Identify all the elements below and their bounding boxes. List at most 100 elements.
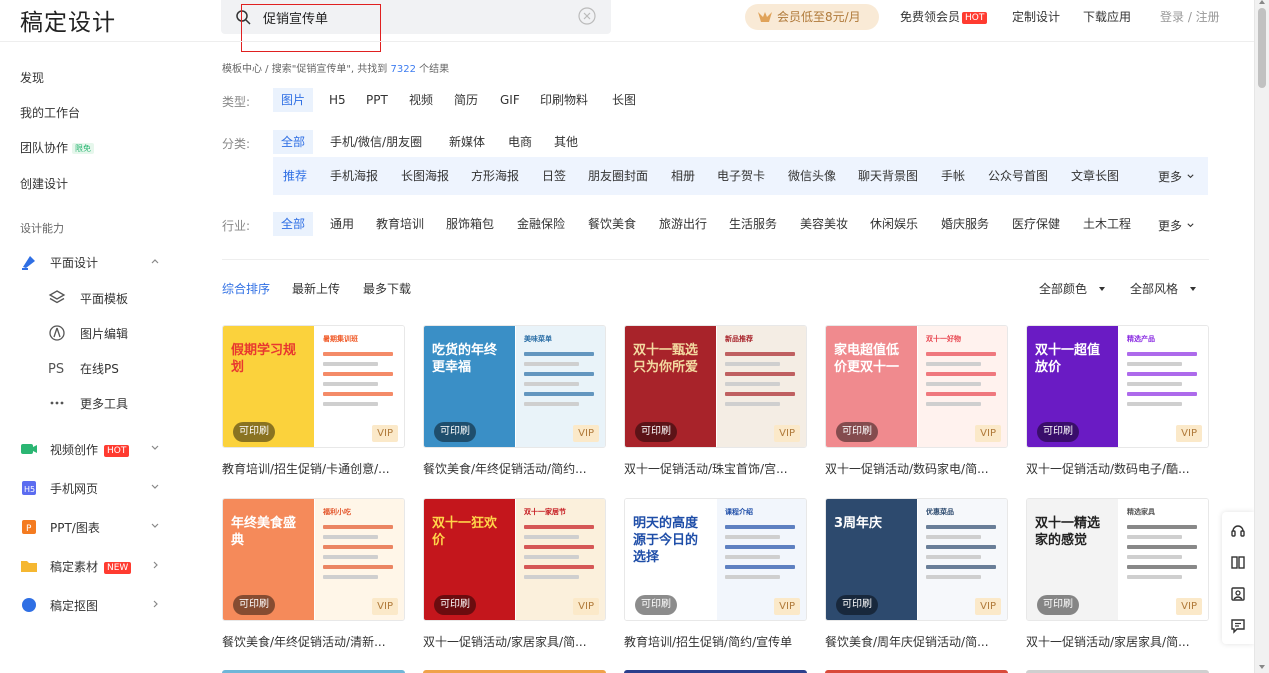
filter-category-chip[interactable]: 电商 xyxy=(500,130,540,154)
filter-category-chip[interactable]: 全部 xyxy=(273,130,314,154)
breadcrumb-home[interactable]: 模板中心 xyxy=(222,64,262,75)
nav-free-vip[interactable]: 免费领会员 HOT xyxy=(900,8,988,25)
template-card[interactable]: 年终美食盛典 福利小吃 可印刷 VIP xyxy=(222,498,405,621)
template-card[interactable]: 吃货的年终更幸福 美味菜单 可印刷 VIP xyxy=(423,325,606,448)
filter-industry-chip[interactable]: 全部 xyxy=(273,212,314,236)
card-subtitle: 精选产品 xyxy=(1127,335,1155,343)
filter-type-chip[interactable]: GIF xyxy=(492,88,528,112)
filter-subcategory-chip[interactable]: 推荐 xyxy=(275,164,315,188)
book-icon[interactable] xyxy=(1230,554,1246,570)
filter-subcategory-chip[interactable]: 微信头像 xyxy=(780,164,844,188)
template-caption[interactable]: 餐饮美食/周年庆促销活动/简... xyxy=(825,633,1010,650)
sidebar-item-cutout[interactable]: 稿定抠图 xyxy=(20,595,165,615)
template-caption[interactable]: 餐饮美食/年终促销活动/清新... xyxy=(222,633,407,650)
clear-search-icon[interactable] xyxy=(578,7,596,25)
sidebar-item-discover[interactable]: 发现 xyxy=(20,69,44,86)
filter-type-chip[interactable]: 印刷物料 xyxy=(532,88,596,112)
message-icon[interactable] xyxy=(1230,618,1246,634)
filter-industry-chip[interactable]: 教育培训 xyxy=(368,212,432,236)
color-filter-dropdown[interactable]: 全部颜色 xyxy=(1039,280,1106,297)
nav-custom-design[interactable]: 定制设计 xyxy=(1012,8,1060,25)
template-card[interactable]: 双十一甄选只为你所爱 新品推荐 可印刷 VIP xyxy=(624,325,807,448)
filter-industry-chip[interactable]: 休闲娱乐 xyxy=(862,212,926,236)
template-card[interactable]: 双十一超值放价 精选产品 可印刷 VIP xyxy=(1026,325,1209,448)
style-filter-dropdown[interactable]: 全部风格 xyxy=(1130,280,1197,297)
template-caption[interactable]: 双十一促销活动/数码电子/酷... xyxy=(1026,460,1211,477)
filter-industry-chip[interactable]: 服饰箱包 xyxy=(438,212,502,236)
filter-subcategory-chip[interactable]: 相册 xyxy=(663,164,703,188)
sort-most-downloaded[interactable]: 最多下载 xyxy=(363,280,411,297)
filter-subcategory-chip[interactable]: 聊天背景图 xyxy=(850,164,926,188)
filter-industry-chip[interactable]: 金融保险 xyxy=(509,212,573,236)
filter-industry-chip[interactable]: 土木工程 xyxy=(1075,212,1139,236)
filter-industry-chip[interactable]: 通用 xyxy=(322,212,362,236)
filter-subcategory-chip[interactable]: 手机海报 xyxy=(322,164,386,188)
filter-type-chip[interactable]: 图片 xyxy=(273,88,314,112)
filter-type-chip[interactable]: H5 xyxy=(321,88,354,112)
filter-subcategory-chip[interactable]: 朋友圈封面 xyxy=(580,164,656,188)
template-card[interactable]: 双十一精选家的感觉 精选家具 可印刷 VIP xyxy=(1026,498,1209,621)
filter-industry-chip[interactable]: 美容美妆 xyxy=(792,212,856,236)
template-card[interactable]: 明天的高度源于今日的选择 课程介绍 可印刷 VIP xyxy=(624,498,807,621)
filter-subcategory-chip[interactable]: 公众号首图 xyxy=(980,164,1056,188)
sidebar-sub-image-edit[interactable]: 图片编辑 xyxy=(48,323,168,343)
filter-type-chip[interactable]: 长图 xyxy=(604,88,644,112)
filter-category-chip[interactable]: 手机/微信/朋友圈 xyxy=(322,130,430,154)
filter-type-chip[interactable]: 简历 xyxy=(446,88,486,112)
filter-subcategory-chip[interactable]: 电子贺卡 xyxy=(709,164,773,188)
sort-newest[interactable]: 最新上传 xyxy=(292,280,340,297)
filter-subcategory-chip[interactable]: 手帐 xyxy=(933,164,973,188)
nav-download-app[interactable]: 下载应用 xyxy=(1083,8,1131,25)
filter-type-chip[interactable]: PPT xyxy=(358,88,396,112)
scroll-thumb[interactable] xyxy=(1258,8,1266,88)
filter-subcategory-chip[interactable]: 文章长图 xyxy=(1063,164,1127,188)
scroll-up-arrow[interactable] xyxy=(1259,0,1265,4)
filter-subcategory-chip[interactable]: 方形海报 xyxy=(463,164,527,188)
page-scrollbar[interactable] xyxy=(1254,0,1269,673)
filter-industry-chip[interactable]: 餐饮美食 xyxy=(580,212,644,236)
filter-subcategory-chip[interactable]: 长图海报 xyxy=(393,164,457,188)
sidebar-item-assets[interactable]: 稿定素材 NEW xyxy=(20,556,165,576)
sidebar-sub-graphic-templates[interactable]: 平面模板 xyxy=(48,288,168,308)
user-card-icon[interactable] xyxy=(1230,586,1246,602)
sidebar-item-video[interactable]: 视频创作 HOT xyxy=(20,439,165,459)
chevron-right-icon xyxy=(153,600,158,608)
sort-comprehensive[interactable]: 综合排序 xyxy=(222,280,270,297)
headset-icon[interactable] xyxy=(1230,522,1246,538)
sidebar-sub-more-tools[interactable]: 更多工具 xyxy=(48,393,168,413)
filter-industry-chip[interactable]: 医疗保健 xyxy=(1004,212,1068,236)
template-caption[interactable]: 餐饮美食/年终促销活动/简约... xyxy=(423,460,608,477)
vip-promo-button[interactable]: 会员低至8元/月 xyxy=(745,4,879,30)
template-card[interactable]: 家电超值低价更双十一 双十一好物 可印刷 VIP xyxy=(825,325,1008,448)
industry-more-button[interactable]: 更多 xyxy=(1158,217,1195,234)
filter-category-chip[interactable]: 其他 xyxy=(546,130,586,154)
filter-industry-chip[interactable]: 旅游出行 xyxy=(651,212,715,236)
sidebar-item-mobile-web[interactable]: H5 手机网页 xyxy=(20,478,165,498)
login-register-link[interactable]: 登录 / 注册 xyxy=(1160,8,1220,25)
sidebar-item-team[interactable]: 团队协作 限免 xyxy=(20,139,95,156)
template-caption[interactable]: 双十一促销活动/家居家具/简... xyxy=(423,633,608,650)
filter-type-chip[interactable]: 视频 xyxy=(401,88,441,112)
filter-category-chip[interactable]: 新媒体 xyxy=(441,130,493,154)
template-caption[interactable]: 教育培训/招生促销/卡通创意/... xyxy=(222,460,407,477)
template-caption[interactable]: 双十一促销活动/家居家具/简... xyxy=(1026,633,1211,650)
template-caption[interactable]: 双十一促销活动/珠宝首饰/宫... xyxy=(624,460,809,477)
card-text-line xyxy=(524,575,579,579)
template-caption[interactable]: 双十一促销活动/数码家电/简... xyxy=(825,460,1010,477)
vip-badge: VIP xyxy=(573,598,599,615)
sidebar-item-graphic-design[interactable]: 平面设计 xyxy=(20,252,165,272)
template-card[interactable]: 双十一狂欢价 双十一家居节 可印刷 VIP xyxy=(423,498,606,621)
template-caption[interactable]: 教育培训/招生促销/简约/宣传单 xyxy=(624,633,809,650)
filter-industry-chip[interactable]: 生活服务 xyxy=(721,212,785,236)
filter-industry-chip[interactable]: 婚庆服务 xyxy=(933,212,997,236)
template-card[interactable]: 3周年庆 优惠菜品 可印刷 VIP xyxy=(825,498,1008,621)
logo[interactable]: 稿定设计 xyxy=(20,3,116,37)
scroll-down-arrow[interactable] xyxy=(1259,665,1265,669)
sidebar-item-create[interactable]: 创建设计 xyxy=(20,175,68,192)
filter-subcategory-chip[interactable]: 日签 xyxy=(534,164,574,188)
sidebar-sub-online-ps[interactable]: PS 在线PS xyxy=(48,358,168,378)
subcategory-more-button[interactable]: 更多 xyxy=(1158,168,1195,185)
sidebar-item-ppt[interactable]: P PPT/图表 xyxy=(20,517,165,537)
sidebar-item-workspace[interactable]: 我的工作台 xyxy=(20,104,80,121)
template-card[interactable]: 假期学习规划 暑期集训班 可印刷 VIP xyxy=(222,325,405,448)
